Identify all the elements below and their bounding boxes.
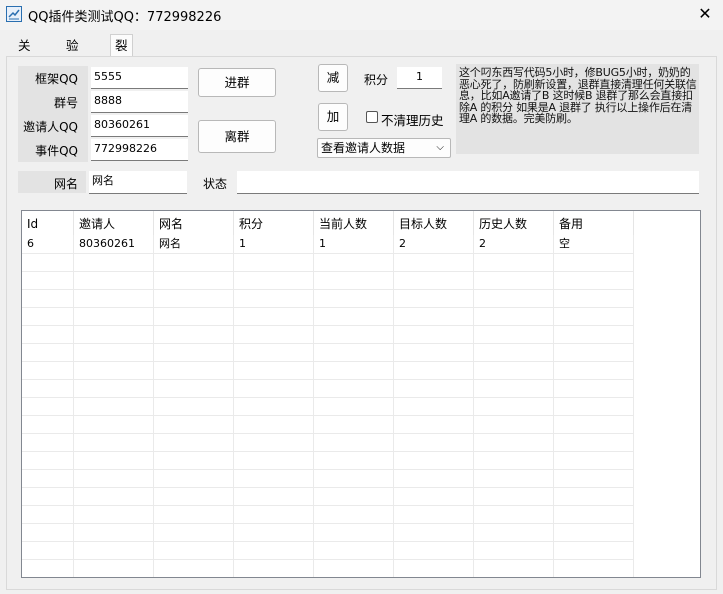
tab-captcha[interactable]: 验证码 [62,36,83,91]
grid-line [233,235,234,577]
leave-group-button[interactable]: 离群 [198,120,276,153]
grid-line [22,523,634,524]
column-header[interactable]: 备用 [554,211,634,235]
grid-line [22,289,634,290]
grid-line [22,469,634,470]
status-label: 状态 [203,177,228,191]
frame-qq-input[interactable]: 5555 [91,67,188,89]
grid-line [22,271,634,272]
grid-line [553,235,554,577]
table-cell: 1 [319,237,326,250]
nickname-input[interactable]: 网名 [89,171,187,194]
grid-line [22,397,634,398]
table-cell: 1 [239,237,246,250]
grid-line [22,325,634,326]
inviter-qq-input[interactable]: 80360261 [91,115,188,137]
minus-button[interactable]: 减 [318,64,348,92]
data-table[interactable]: Id 邀请人 网名 积分 当前人数 目标人数 历史人数 备用 6 80360261 网名 1 1 2 2 空 [21,210,701,578]
view-select-value: 查看邀请人数据 [321,141,406,155]
grid-line [73,235,74,577]
grid-line [393,235,394,577]
column-header[interactable]: 网名 [154,211,234,235]
points-label: 积分 [364,73,389,87]
table-cell: 6 [27,237,34,250]
table-cell: 网名 [159,237,181,250]
grid-line [153,235,154,577]
table-cell: 2 [399,237,406,250]
group-label: 群号 [53,96,78,110]
grid-line [473,235,474,577]
column-header[interactable]: 当前人数 [314,211,394,235]
event-qq-label: 事件QQ [35,144,78,158]
status-input[interactable] [237,171,699,194]
grid-line [313,235,314,577]
column-header[interactable]: 目标人数 [394,211,474,235]
grid-line [22,433,634,434]
grid-line [22,379,634,380]
table-cell: 2 [479,237,486,250]
nickname-label: 网名 [53,177,78,191]
table-row[interactable]: 6 80360261 网名 1 1 2 2 空 [22,235,634,253]
column-header[interactable]: 邀请人 [74,211,154,235]
window-title: QQ插件类测试QQ：772998226 [28,10,222,25]
points-input[interactable]: 1 [397,67,442,89]
grid-line [22,577,634,578]
inviter-qq-label: 邀请人QQ [23,120,78,134]
tab-fission[interactable]: 裂变 [110,34,133,75]
column-header[interactable]: 历史人数 [474,211,554,235]
join-group-button[interactable]: 进群 [198,68,276,97]
table-cell: 空 [559,237,570,250]
tab-keywords[interactable]: 关键词 [14,36,35,91]
grid-line [22,307,634,308]
grid-line [22,559,634,560]
column-header[interactable]: Id [22,211,74,235]
grid-line [22,505,634,506]
app-icon [6,6,22,22]
grid-line [22,343,634,344]
close-icon[interactable]: ✕ [694,3,716,25]
table-cell: 80360261 [79,237,135,250]
plus-button[interactable]: 加 [318,103,348,131]
group-input[interactable]: 8888 [91,91,188,113]
grid-line [22,541,634,542]
grid-line [22,415,634,416]
grid-line [22,253,634,254]
no-clear-history-label: 不清理历史 [381,113,444,128]
grid-line [22,361,634,362]
grid-line [22,487,634,488]
grid-line [633,235,634,577]
grid-line [22,451,634,452]
event-qq-input[interactable]: 772998226 [91,139,188,161]
chevron-down-icon: ⌵ [436,142,444,153]
column-header[interactable]: 积分 [234,211,314,235]
frame-qq-label: 框架QQ [35,72,78,86]
no-clear-history-checkbox[interactable] [366,111,378,123]
view-select[interactable]: 查看邀请人数据 ⌵ [317,138,451,158]
note-text: 这个叼东西写代码5小时，修BUG5小时，奶奶的恶心死了，防刷新设置，退群直接清理… [456,64,699,154]
